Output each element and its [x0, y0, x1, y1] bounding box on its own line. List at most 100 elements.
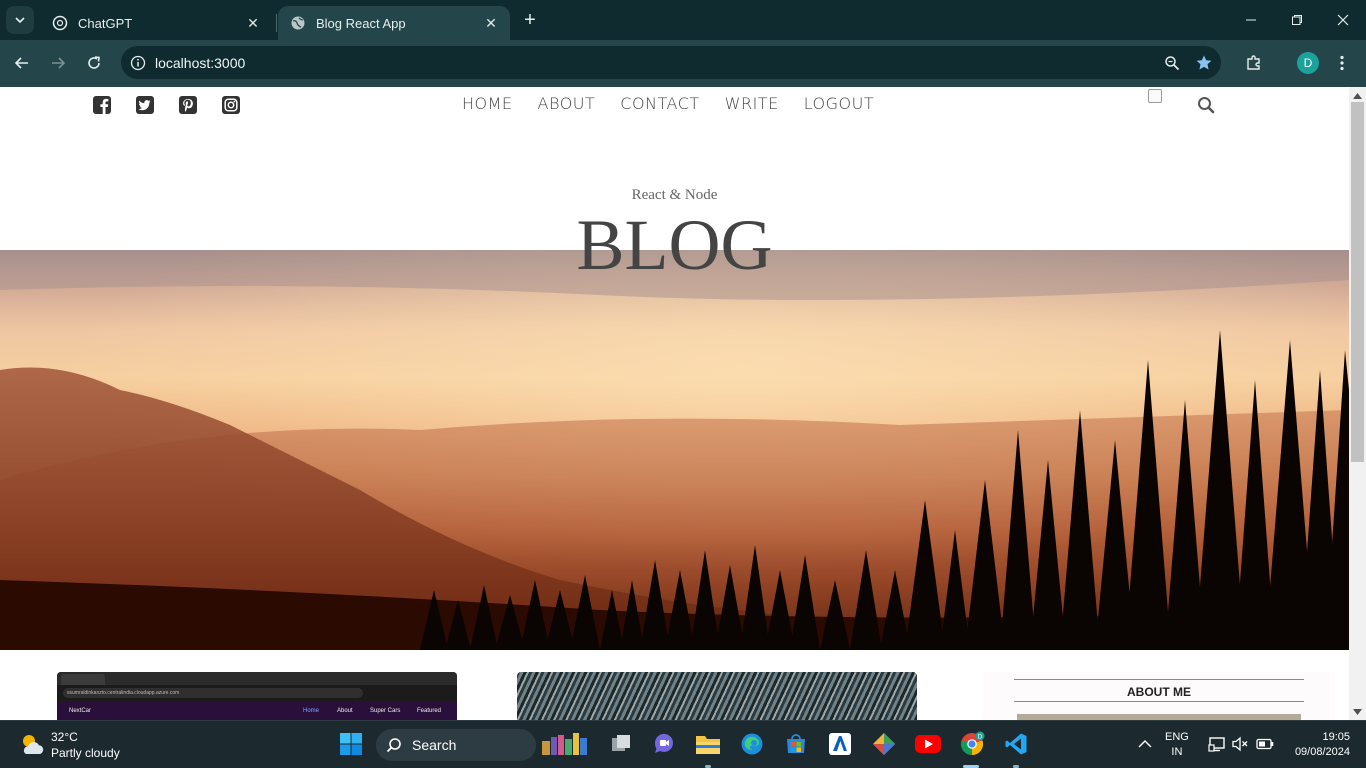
- pinterest-icon[interactable]: [178, 95, 198, 115]
- search-icon: [386, 738, 401, 753]
- menu-contact[interactable]: CONTACT: [620, 94, 699, 113]
- thumb-url: ssumraldinkanzto.centralindia.cloudapp.a…: [63, 688, 363, 698]
- task-view-icon[interactable]: [607, 730, 635, 758]
- lang-region: IN: [1171, 746, 1183, 758]
- page-scrollbar[interactable]: [1349, 87, 1366, 720]
- chrome-icon[interactable]: D: [958, 730, 986, 758]
- windows-taskbar: 32°C Partly cloudy Search D ENG IN 19:05…: [0, 720, 1366, 768]
- thumb-link: Featured: [417, 708, 442, 714]
- sunset-forest-image: [0, 250, 1349, 650]
- edge-icon[interactable]: [738, 730, 766, 758]
- tab-title: ChatGPT: [78, 15, 133, 31]
- tab-chatgpt[interactable]: ChatGPT ✕: [40, 6, 272, 40]
- thumb-link: Home: [303, 708, 320, 714]
- close-window-button[interactable]: [1320, 0, 1366, 40]
- minimize-button[interactable]: [1228, 0, 1274, 40]
- menu-button[interactable]: [1327, 48, 1357, 78]
- bookmark-button[interactable]: [1189, 48, 1219, 78]
- forward-button[interactable]: [43, 48, 73, 78]
- search-icon[interactable]: [1196, 95, 1216, 115]
- azure-icon[interactable]: [826, 730, 854, 758]
- menu-logout[interactable]: LOGOUT: [804, 94, 874, 113]
- close-icon[interactable]: ✕: [482, 14, 500, 32]
- youtube-icon[interactable]: [914, 730, 942, 758]
- chatgpt-icon: [52, 15, 68, 31]
- main-menu: HOME ABOUT CONTACT WRITE LOGOUT: [462, 94, 874, 113]
- menu-about[interactable]: ABOUT: [538, 94, 596, 113]
- close-icon: [1337, 14, 1349, 26]
- scroll-down-icon[interactable]: [1353, 707, 1362, 716]
- books-widget-icon[interactable]: [540, 730, 594, 758]
- partly-cloudy-icon[interactable]: [18, 730, 46, 758]
- header-hero-image: [0, 250, 1349, 650]
- thumb-link: About: [337, 708, 353, 714]
- zoom-icon: [1165, 56, 1180, 71]
- site-top-nav: HOME ABOUT CONTACT WRITE LOGOUT: [0, 87, 1349, 123]
- thumb-tabbar: [57, 672, 457, 685]
- git-client-icon[interactable]: [870, 730, 898, 758]
- site-info-icon[interactable]: [121, 55, 155, 71]
- new-tab-button[interactable]: +: [518, 8, 542, 32]
- microsoft-store-icon[interactable]: [782, 730, 810, 758]
- lang-code: ENG: [1165, 731, 1189, 743]
- puzzle-icon: [1247, 55, 1260, 70]
- restore-icon: [1292, 15, 1302, 25]
- chevron-up-icon: [1138, 739, 1152, 748]
- chevron-down-icon: [15, 17, 25, 24]
- volume-muted-icon[interactable]: [1226, 730, 1254, 758]
- globe-icon: [290, 15, 306, 31]
- browser-tab-strip: ChatGPT ✕ Blog React App ✕ +: [0, 0, 1366, 40]
- twitter-icon[interactable]: [135, 95, 155, 115]
- address-bar[interactable]: localhost:3000: [121, 46, 1221, 79]
- menu-write[interactable]: WRITE: [725, 94, 779, 113]
- thumb-brand: NextCar: [69, 708, 92, 714]
- chat-icon[interactable]: [650, 730, 678, 758]
- restore-button[interactable]: [1274, 0, 1320, 40]
- post-image[interactable]: [517, 672, 917, 720]
- sidebar: ABOUT ME: [983, 672, 1335, 720]
- header-title: BLOG: [576, 205, 773, 285]
- browser-toolbar: localhost:3000: [0, 40, 1366, 87]
- tab-search-button[interactable]: [6, 6, 34, 34]
- more-vert-icon: [1340, 55, 1344, 71]
- instagram-icon[interactable]: [221, 95, 241, 115]
- file-explorer-icon[interactable]: [694, 730, 722, 758]
- menu-home[interactable]: HOME: [462, 94, 513, 113]
- svg-text:D: D: [978, 734, 983, 741]
- start-button[interactable]: [337, 730, 365, 758]
- header-subtitle: React & Node: [631, 187, 718, 203]
- back-button[interactable]: [7, 48, 37, 78]
- url-text: localhost:3000: [155, 54, 246, 71]
- zoom-button[interactable]: [1157, 48, 1187, 78]
- search-label: Search: [412, 737, 457, 753]
- show-hidden-icons-button[interactable]: [1131, 730, 1159, 758]
- language-indicator[interactable]: ENG IN: [1165, 730, 1189, 760]
- reload-button[interactable]: [79, 48, 109, 78]
- extensions-button[interactable]: [1239, 48, 1269, 78]
- close-icon[interactable]: ✕: [244, 14, 262, 32]
- vscode-icon[interactable]: [1002, 730, 1030, 758]
- posts-section: ssumraldinkanzto.centralindia.cloudapp.a…: [0, 650, 1349, 720]
- system-clock[interactable]: 19:05 09/08/2024: [1286, 730, 1350, 760]
- star-icon: [1196, 55, 1212, 70]
- scrollbar-thumb[interactable]: [1351, 102, 1364, 462]
- arrow-left-icon: [14, 57, 28, 69]
- profile-image-broken[interactable]: [1148, 89, 1162, 103]
- sidebar-title: ABOUT ME: [1127, 685, 1191, 699]
- tab-blog-react-app[interactable]: Blog React App ✕: [278, 6, 510, 40]
- divider: [1014, 679, 1304, 680]
- tab-separator: [276, 14, 277, 32]
- post-image[interactable]: ssumraldinkanzto.centralindia.cloudapp.a…: [57, 672, 457, 720]
- scroll-up-icon[interactable]: [1353, 91, 1362, 100]
- battery-icon[interactable]: [1251, 730, 1279, 758]
- taskbar-search[interactable]: Search: [376, 729, 536, 761]
- thumb-tab: [61, 674, 105, 685]
- page-viewport: HOME ABOUT CONTACT WRITE LOGOUT React & …: [0, 87, 1349, 720]
- thumb-link: Super Cars: [370, 708, 401, 714]
- facebook-icon[interactable]: [92, 95, 112, 115]
- clock-time: 19:05: [1322, 731, 1350, 743]
- minimize-icon: [1246, 19, 1256, 21]
- profile-avatar[interactable]: D: [1297, 52, 1319, 74]
- tab-title: Blog React App: [316, 15, 406, 31]
- weather-temp: 32°C: [51, 730, 78, 744]
